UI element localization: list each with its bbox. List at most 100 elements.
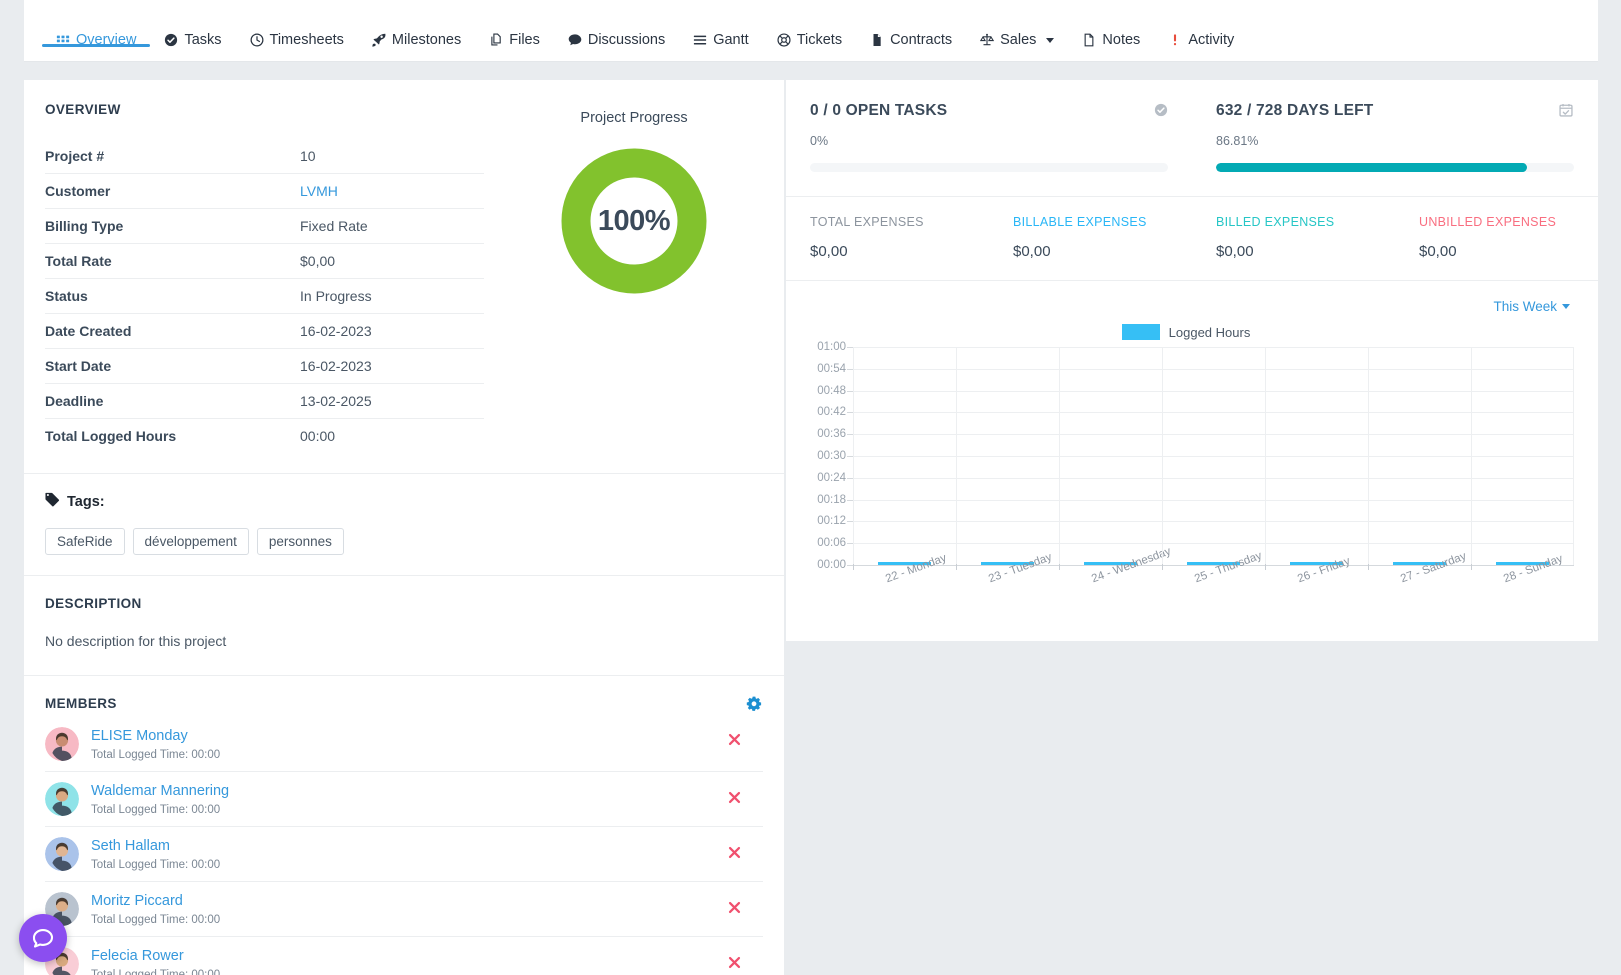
member-name[interactable]: Felecia Rower: [91, 947, 220, 965]
expense-label[interactable]: BILLED EXPENSES: [1216, 215, 1395, 229]
chart-gridline-vertical: [1368, 347, 1369, 565]
bars-icon: [693, 33, 707, 47]
remove-member-button[interactable]: [728, 956, 741, 972]
overview-row-key: Total Rate: [45, 253, 112, 269]
chart-gridline-vertical: [1059, 347, 1060, 565]
chart-x-tick-label: 26 - Friday: [1295, 555, 1352, 586]
overview-row-value: Fixed Rate: [300, 218, 368, 234]
tab-tasks[interactable]: Tasks: [150, 0, 235, 60]
description-title: DESCRIPTION: [45, 596, 142, 611]
remove-member-button[interactable]: [728, 733, 741, 749]
rocket-icon: [372, 33, 386, 47]
tag-chip[interactable]: personnes: [256, 528, 344, 555]
tag-chip[interactable]: développement: [132, 528, 249, 555]
tab-overview[interactable]: Overview: [42, 0, 151, 60]
chart-legend: Logged Hours: [798, 324, 1574, 340]
tab-label: Tickets: [796, 31, 843, 48]
overview-section-title: OVERVIEW: [45, 102, 121, 117]
week-range-label: This Week: [1493, 299, 1557, 314]
project-progress-panel: Project Progress 100%: [484, 80, 784, 473]
overview-row-key: Deadline: [45, 393, 104, 409]
chart-gridline-vertical: [956, 347, 957, 565]
stat-progress-track: [810, 163, 1168, 172]
tab-files[interactable]: Files: [475, 0, 554, 60]
chart-gridline-vertical: [1471, 347, 1472, 565]
overview-row-value[interactable]: LVMH: [300, 183, 338, 199]
tag-list: SafeRide développement personnes: [45, 528, 763, 555]
member-logged-time: Total Logged Time: 00:00: [91, 968, 221, 975]
remove-member-button[interactable]: [728, 901, 741, 917]
chat-bubble-icon[interactable]: [19, 914, 67, 962]
files-icon: [489, 33, 503, 47]
chart-y-tick-label: 00:06: [817, 537, 846, 550]
page-root: Overview Tasks Timesheets Milestones Files Di…: [0, 0, 1621, 975]
remove-member-button[interactable]: [728, 791, 741, 807]
expense-cell: BILLED EXPENSES $0,00: [1192, 215, 1395, 260]
member-row: Felecia Rower Total Logged Time: 00:00: [45, 937, 763, 975]
tab-sales[interactable]: Sales: [966, 0, 1068, 60]
chart-y-tick-label: 00:12: [817, 515, 846, 528]
overview-row-key: Status: [45, 288, 88, 304]
overview-row-value: 16-02-2023: [300, 323, 372, 339]
tab-label: Discussions: [587, 31, 666, 48]
tab-milestones[interactable]: Milestones: [358, 0, 475, 60]
file-icon: [870, 33, 884, 47]
overview-row-value: 00:00: [300, 428, 336, 444]
chart-gridline-vertical: [1573, 347, 1574, 565]
chart-y-tick-label: 00:48: [817, 384, 846, 397]
overview-row: Billing Type Fixed Rate: [45, 209, 484, 244]
tab-label: Sales: [1000, 31, 1037, 48]
expenses-row: TOTAL EXPENSES $0,00 BILLABLE EXPENSES $0,0…: [786, 197, 1598, 281]
week-range-selector[interactable]: This Week: [1493, 299, 1570, 314]
chart-gridline-horizontal: [853, 499, 1574, 501]
chart-gridline-horizontal: [853, 368, 1574, 370]
tab-tickets[interactable]: Tickets: [763, 0, 856, 60]
tab-label: Notes: [1102, 31, 1141, 48]
chart-x-tick: [1265, 564, 1266, 570]
tab-activity[interactable]: Activity: [1154, 0, 1248, 60]
overview-card: OVERVIEW Project # 10 Customer LVMH Billing …: [24, 80, 784, 975]
check-circle-icon: [164, 33, 178, 47]
tab-contracts[interactable]: Contracts: [856, 0, 966, 60]
overview-row-value: 13-02-2025: [300, 393, 372, 409]
expense-label[interactable]: BILLABLE EXPENSES: [1013, 215, 1192, 229]
chart-y-tick-label: 00:00: [817, 559, 846, 571]
overview-row: Start Date 16-02-2023: [45, 349, 484, 384]
chart-x-tick: [853, 564, 854, 570]
expense-label: TOTAL EXPENSES: [810, 215, 924, 229]
tab-discussions[interactable]: Discussions: [554, 0, 679, 60]
chart-gridline-horizontal: [853, 434, 1574, 436]
tab-label: Gantt: [713, 31, 749, 48]
stat-title: 0 / 0 OPEN TASKS: [810, 102, 948, 119]
description-text: No description for this project: [45, 633, 227, 649]
remove-member-button[interactable]: [728, 846, 741, 862]
members-title: MEMBERS: [45, 696, 117, 711]
stats-card: 0 / 0 OPEN TASKS 0% 632 / 728 DAYS LEFT 86.…: [786, 80, 1598, 641]
expense-label[interactable]: UNBILLED EXPENSES: [1419, 215, 1598, 229]
member-name[interactable]: Seth Hallam: [91, 837, 220, 855]
lifering-icon: [777, 33, 791, 47]
chart-gridline-horizontal: [853, 456, 1574, 457]
chart-gridline-horizontal: [853, 412, 1574, 414]
tab-notes[interactable]: Notes: [1068, 0, 1154, 60]
overview-details: OVERVIEW Project # 10 Customer LVMH Billing …: [24, 80, 484, 473]
member-name[interactable]: Moritz Piccard: [91, 892, 220, 910]
overview-row-key: Total Logged Hours: [45, 428, 177, 444]
tab-label: Timesheets: [269, 31, 344, 48]
chart-x-tick: [1368, 564, 1369, 570]
member-row: ELISE Monday Total Logged Time: 00:00: [45, 711, 763, 772]
tab-timesheets[interactable]: Timesheets: [236, 0, 358, 60]
member-name[interactable]: Waldemar Mannering: [91, 782, 229, 800]
overview-row-key: Date Created: [45, 323, 132, 339]
tab-gantt[interactable]: Gantt: [679, 0, 762, 60]
grid-icon: [56, 33, 70, 47]
chart-gridline-horizontal: [853, 477, 1574, 479]
chart-x-tick-label: 28 - Sunday: [1501, 552, 1565, 586]
member-name[interactable]: ELISE Monday: [91, 727, 220, 745]
tag-chip[interactable]: SafeRide: [45, 528, 125, 555]
tab-label: Overview: [76, 31, 137, 48]
overview-row-key: Customer: [45, 183, 111, 199]
chart-gridline-horizontal: [853, 347, 1574, 348]
overview-row-value: In Progress: [300, 288, 372, 304]
overview-rows: Project # 10 Customer LVMH Billing Type Fixed…: [45, 139, 484, 453]
